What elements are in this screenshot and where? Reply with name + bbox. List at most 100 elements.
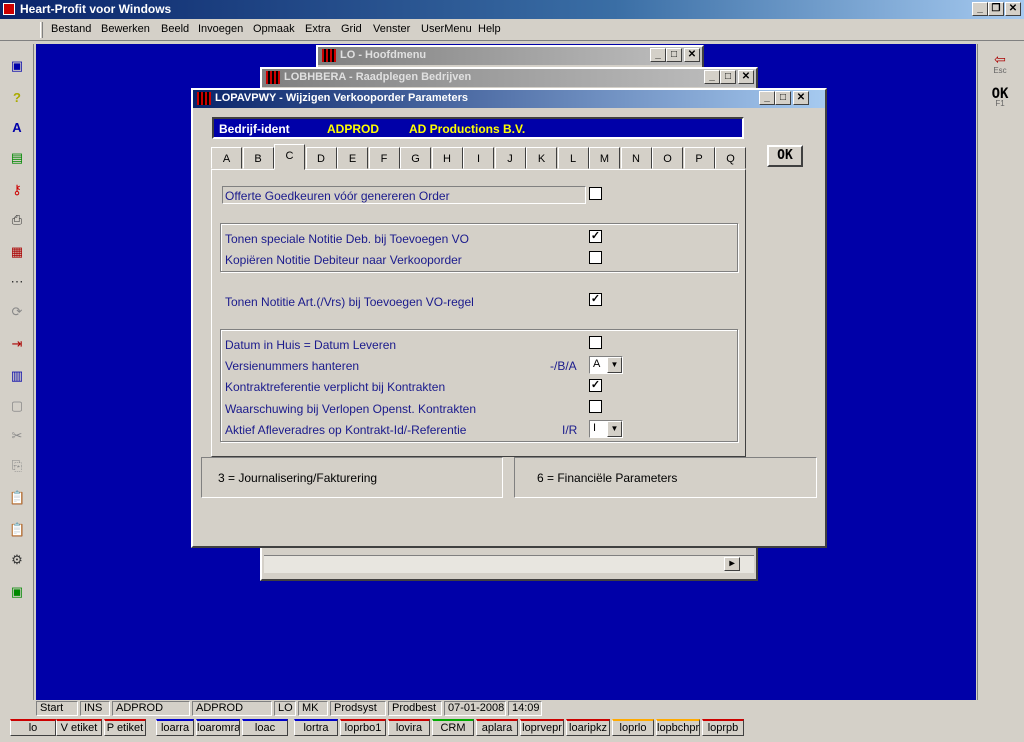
ok-button[interactable]: OK — [767, 145, 803, 167]
menu-opmaak[interactable]: Opmaak — [253, 23, 295, 35]
tab-q[interactable]: Q — [715, 147, 746, 169]
help-icon[interactable]: ? — [9, 90, 25, 106]
journalisering-panel[interactable]: 3 = Journalisering/Fakturering — [201, 457, 503, 498]
task-button-loarra[interactable]: loarra — [156, 719, 194, 736]
tab-n[interactable]: N — [620, 147, 652, 169]
lopavpwy-minimize-button[interactable]: _ — [759, 91, 775, 105]
datum-huis-checkbox[interactable] — [589, 336, 602, 349]
kontraktref-checkbox[interactable]: ✓ — [589, 379, 602, 392]
hoofdmenu-title-bar[interactable]: LO - Hoofdmenu _ □ ✕ — [318, 47, 702, 65]
minimize-button[interactable]: _ — [972, 2, 988, 16]
calculator-icon[interactable]: ▤ — [9, 150, 25, 166]
task-button-crm[interactable]: CRM — [432, 719, 474, 736]
lopavpwy-title-bar[interactable]: LOPAVPWY - Wijzigen Verkooporder Paramet… — [193, 90, 825, 108]
restore-button[interactable]: ❐ — [988, 2, 1004, 16]
tab-i[interactable]: I — [463, 147, 494, 169]
menu-bewerken[interactable]: Bewerken — [101, 23, 150, 35]
tab-h[interactable]: H — [431, 147, 463, 169]
menu-grid[interactable]: Grid — [341, 23, 362, 35]
hoofdmenu-close-button[interactable]: ✕ — [684, 48, 700, 62]
tab-b[interactable]: B — [242, 147, 274, 169]
task-button-loprbo1[interactable]: loprbo1 — [340, 719, 386, 736]
refresh-icon[interactable]: ⟳ — [9, 304, 25, 320]
task-button-p-etiket[interactable]: P etiket — [104, 719, 146, 736]
menu-grip — [40, 22, 43, 38]
lobhbera-minimize-button[interactable]: _ — [704, 70, 720, 84]
esc-button[interactable]: ⇦ Esc — [986, 52, 1014, 80]
paste-special-icon[interactable]: 📋 — [9, 522, 25, 538]
monitor-icon[interactable]: ▣ — [9, 584, 25, 600]
chevron-down-icon[interactable]: ▼ — [607, 357, 622, 373]
menu-venster[interactable]: Venster — [373, 23, 410, 35]
printer-icon[interactable]: ⎙ — [9, 212, 25, 228]
task-button-lo[interactable]: lo — [10, 719, 56, 736]
task-button-loaripkz[interactable]: loaripkz — [566, 719, 610, 736]
task-button-loprlo[interactable]: loprlo — [612, 719, 654, 736]
back-arrow-icon: ⇦ — [994, 51, 1006, 67]
menu-usermenu[interactable]: UserMenu — [421, 23, 472, 35]
tab-c[interactable]: C — [274, 144, 305, 170]
paste-icon[interactable]: 📋 — [9, 490, 25, 506]
tab-f[interactable]: F — [368, 147, 400, 169]
hoofdmenu-minimize-button[interactable]: _ — [650, 48, 666, 62]
copy-icon[interactable]: ⎘ — [9, 458, 25, 474]
task-button-lortra[interactable]: lortra — [294, 719, 338, 736]
dots-icon[interactable]: ⋯ — [9, 274, 25, 290]
tab-l[interactable]: L — [557, 147, 589, 169]
screen-icon[interactable]: ▣ — [9, 58, 25, 74]
tonen-notitie-art-checkbox[interactable]: ✓ — [589, 293, 602, 306]
status-start[interactable]: Start — [36, 701, 78, 716]
tab-p[interactable]: P — [683, 147, 715, 169]
lopavpwy-close-button[interactable]: ✕ — [793, 91, 809, 105]
spelling-icon[interactable]: A — [9, 120, 25, 136]
offerte-checkbox[interactable] — [589, 187, 602, 200]
task-button-loprvepr[interactable]: loprvepr — [520, 719, 564, 736]
menu-bestand[interactable]: Bestand — [51, 23, 91, 35]
status-user: MK — [298, 701, 328, 716]
cut-icon[interactable]: ✂ — [9, 428, 25, 444]
window-icon[interactable]: ▢ — [9, 398, 25, 414]
menu-beeld[interactable]: Beeld — [161, 23, 189, 35]
task-button-loac[interactable]: loac — [242, 719, 288, 736]
tab-k[interactable]: K — [526, 147, 557, 169]
versienummers-select[interactable]: A ▼ — [589, 356, 623, 374]
menu-extra[interactable]: Extra — [305, 23, 331, 35]
menu-help[interactable]: Help — [478, 23, 501, 35]
kopieren-notitie-checkbox[interactable] — [589, 251, 602, 264]
financiele-panel[interactable]: 6 = Financiële Parameters — [514, 457, 817, 498]
hoofdmenu-maximize-button[interactable]: □ — [666, 48, 682, 62]
tab-g[interactable]: G — [400, 147, 431, 169]
menu-invoegen[interactable]: Invoegen — [198, 23, 243, 35]
ok-toolbar-button[interactable]: OK F1 — [984, 86, 1016, 114]
task-button-aplara[interactable]: aplara — [476, 719, 518, 736]
task-button-lovira[interactable]: lovira — [388, 719, 430, 736]
tab-m[interactable]: M — [589, 147, 620, 169]
lobhbera-hscrollbar[interactable]: ▸ — [264, 555, 754, 573]
chevron-down-icon[interactable]: ▼ — [607, 421, 622, 437]
lobhbera-maximize-button[interactable]: □ — [720, 70, 736, 84]
lobhbera-title-bar[interactable]: LOBHBERA - Raadplegen Bedrijven _ □ ✕ — [262, 69, 756, 87]
lopavpwy-maximize-button[interactable]: □ — [775, 91, 791, 105]
status-module: LO — [274, 701, 296, 716]
task-button-loprpb[interactable]: loprpb — [702, 719, 744, 736]
aflever-select[interactable]: I ▼ — [589, 420, 623, 438]
clipboard-settings-icon[interactable]: ⚙ — [9, 552, 25, 568]
task-button-loaromra[interactable]: loaromra — [196, 719, 240, 736]
tab-o[interactable]: O — [652, 147, 683, 169]
close-button[interactable]: ✕ — [1005, 2, 1021, 16]
key-icon[interactable]: ⚷ — [9, 182, 25, 198]
task-button-lopbchpr[interactable]: lopbchpr — [656, 719, 700, 736]
waarschuwing-checkbox[interactable] — [589, 400, 602, 413]
scroll-right-arrow-icon[interactable]: ▸ — [724, 557, 740, 571]
export-icon[interactable]: ⇥ — [9, 336, 25, 352]
tonen-notitie-deb-checkbox[interactable]: ✓ — [589, 230, 602, 243]
chart-icon[interactable]: ▥ — [9, 368, 25, 384]
aflever-hint: I/R — [562, 423, 578, 437]
tab-a[interactable]: A — [211, 147, 242, 169]
tab-j[interactable]: J — [494, 147, 526, 169]
tab-d[interactable]: D — [305, 147, 337, 169]
tab-e[interactable]: E — [337, 147, 368, 169]
task-button-v-etiket[interactable]: V etiket — [56, 719, 102, 736]
lobhbera-close-button[interactable]: ✕ — [738, 70, 754, 84]
form-icon[interactable]: ▦ — [9, 244, 25, 260]
